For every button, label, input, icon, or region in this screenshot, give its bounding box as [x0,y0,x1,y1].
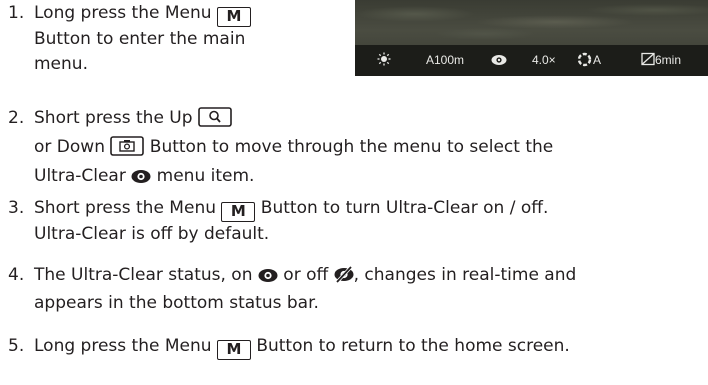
step-text: Short press the Up [34,108,198,128]
range-readout: A100m [426,53,465,67]
step-number: 5. [8,336,25,356]
step-text: Short press the Menu [34,198,222,218]
step-number: 3. [8,198,25,218]
device-status-bar: A100m 4.0× A 6min [355,45,708,76]
menu-button-key: M [221,202,256,222]
step-text: menu item. [151,166,255,186]
step-text: Long press the Menu [34,3,217,23]
night-vision-scene [355,0,708,45]
step-text: Ultra-Clear is off by default. [34,224,270,244]
ultra-clear-off-icon [334,265,354,291]
step-text: Button to move through the menu to selec… [144,137,554,157]
step-text: , changes in real-time and [353,265,577,285]
menu-button-key: M [216,340,251,360]
sun-icon [377,52,391,70]
auto-label: A [593,53,602,67]
camera-key-icon [110,136,145,164]
step-number: 4. [8,265,25,285]
step-text: appears in the bottom status bar. [34,293,319,313]
menu-button-key: M [216,7,251,27]
step-number: 1. [8,3,25,23]
step-text: or off [277,265,334,285]
step-text: The Ultra-Clear status, on [34,265,258,285]
step-text: Button to turn Ultra-Clear on / off. [255,198,549,218]
step-text: Long press the Menu [34,336,217,356]
step-text: menu. [34,54,88,74]
sleep-timer-icon [641,52,655,70]
ultra-clear-on-icon [258,266,278,291]
step-text: Button to return to the home screen. [250,336,570,356]
device-screen-image: A100m 4.0× A 6min [355,0,708,76]
step-text: or Down [34,137,111,157]
auto-mode-icon [577,52,592,71]
step-text: Button to enter the main [34,29,246,49]
zoom-readout: 4.0× [532,53,556,67]
sleep-readout: 6min [655,53,682,67]
eye-icon [491,54,507,70]
ultra-clear-on-icon [131,167,151,192]
step-text: Ultra-Clear [34,166,132,186]
zoom-key-icon [198,107,232,135]
step-number: 2. [8,108,25,128]
